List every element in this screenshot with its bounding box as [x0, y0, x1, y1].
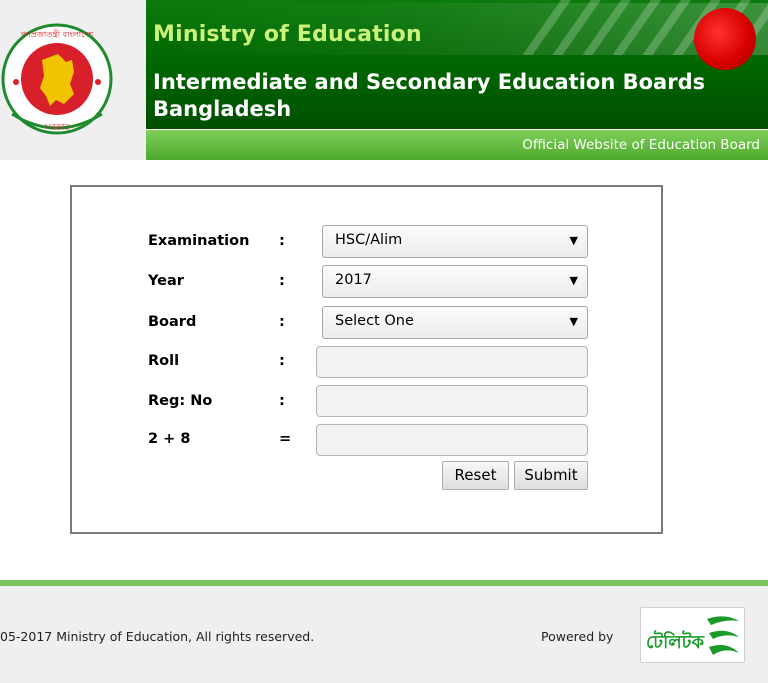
examination-label: Examination: [148, 233, 250, 249]
dropdown-arrow-icon: ▼: [569, 234, 578, 247]
dropdown-arrow-icon: ▼: [569, 274, 578, 287]
teletalk-logo-text: টেলিটক: [646, 632, 705, 653]
board-value: Select One: [335, 313, 414, 329]
year-label: Year: [148, 273, 184, 289]
government-seal-logo: গণপ্রজাতন্ত্রী বাংলাদেশ সরকার: [1, 23, 113, 135]
year-colon: :: [279, 273, 285, 289]
board-select[interactable]: Select One ▼: [322, 306, 588, 339]
teletalk-swoosh-icon: [707, 616, 739, 655]
dropdown-arrow-icon: ▼: [569, 315, 578, 328]
reg-no-colon: :: [279, 393, 285, 409]
examination-value: HSC/Alim: [335, 232, 403, 248]
sub-header-bar: Official Website of Education Board: [146, 130, 768, 160]
boards-title: Intermediate and Secondary Education Boa…: [153, 70, 706, 121]
year-value: 2017: [335, 272, 372, 288]
captcha-question-label: 2 + 8: [148, 431, 191, 447]
captcha-equals: =: [279, 431, 292, 447]
board-colon: :: [279, 314, 285, 330]
seal-top-text: গণপ্রজাতন্ত্রী বাংলাদেশ: [21, 29, 94, 39]
year-select[interactable]: 2017 ▼: [322, 265, 588, 298]
examination-colon: :: [279, 233, 285, 249]
reg-no-label: Reg: No: [148, 393, 213, 409]
roll-colon: :: [279, 353, 285, 369]
seal-bottom-text: সরকার: [44, 123, 71, 133]
submit-button[interactable]: Submit: [514, 461, 588, 490]
logo-panel: গণপ্রজাতন্ত্রী বাংলাদেশ সরকার: [0, 0, 146, 160]
roll-input[interactable]: [316, 346, 588, 378]
copyright-text: 05-2017 Ministry of Education, All right…: [0, 629, 315, 644]
examination-select[interactable]: HSC/Alim ▼: [322, 225, 588, 258]
reg-no-input[interactable]: [316, 385, 588, 417]
roll-label: Roll: [148, 353, 180, 369]
flag-circle-icon: [694, 8, 756, 70]
powered-by-text: Powered by: [541, 629, 614, 644]
captcha-answer-input[interactable]: [316, 424, 588, 456]
ministry-title: Ministry of Education: [153, 22, 422, 47]
board-label: Board: [148, 314, 197, 330]
teletalk-logo[interactable]: টেলিটক: [640, 607, 745, 663]
site-subtitle: Official Website of Education Board: [522, 137, 760, 153]
reset-button[interactable]: Reset: [442, 461, 509, 490]
